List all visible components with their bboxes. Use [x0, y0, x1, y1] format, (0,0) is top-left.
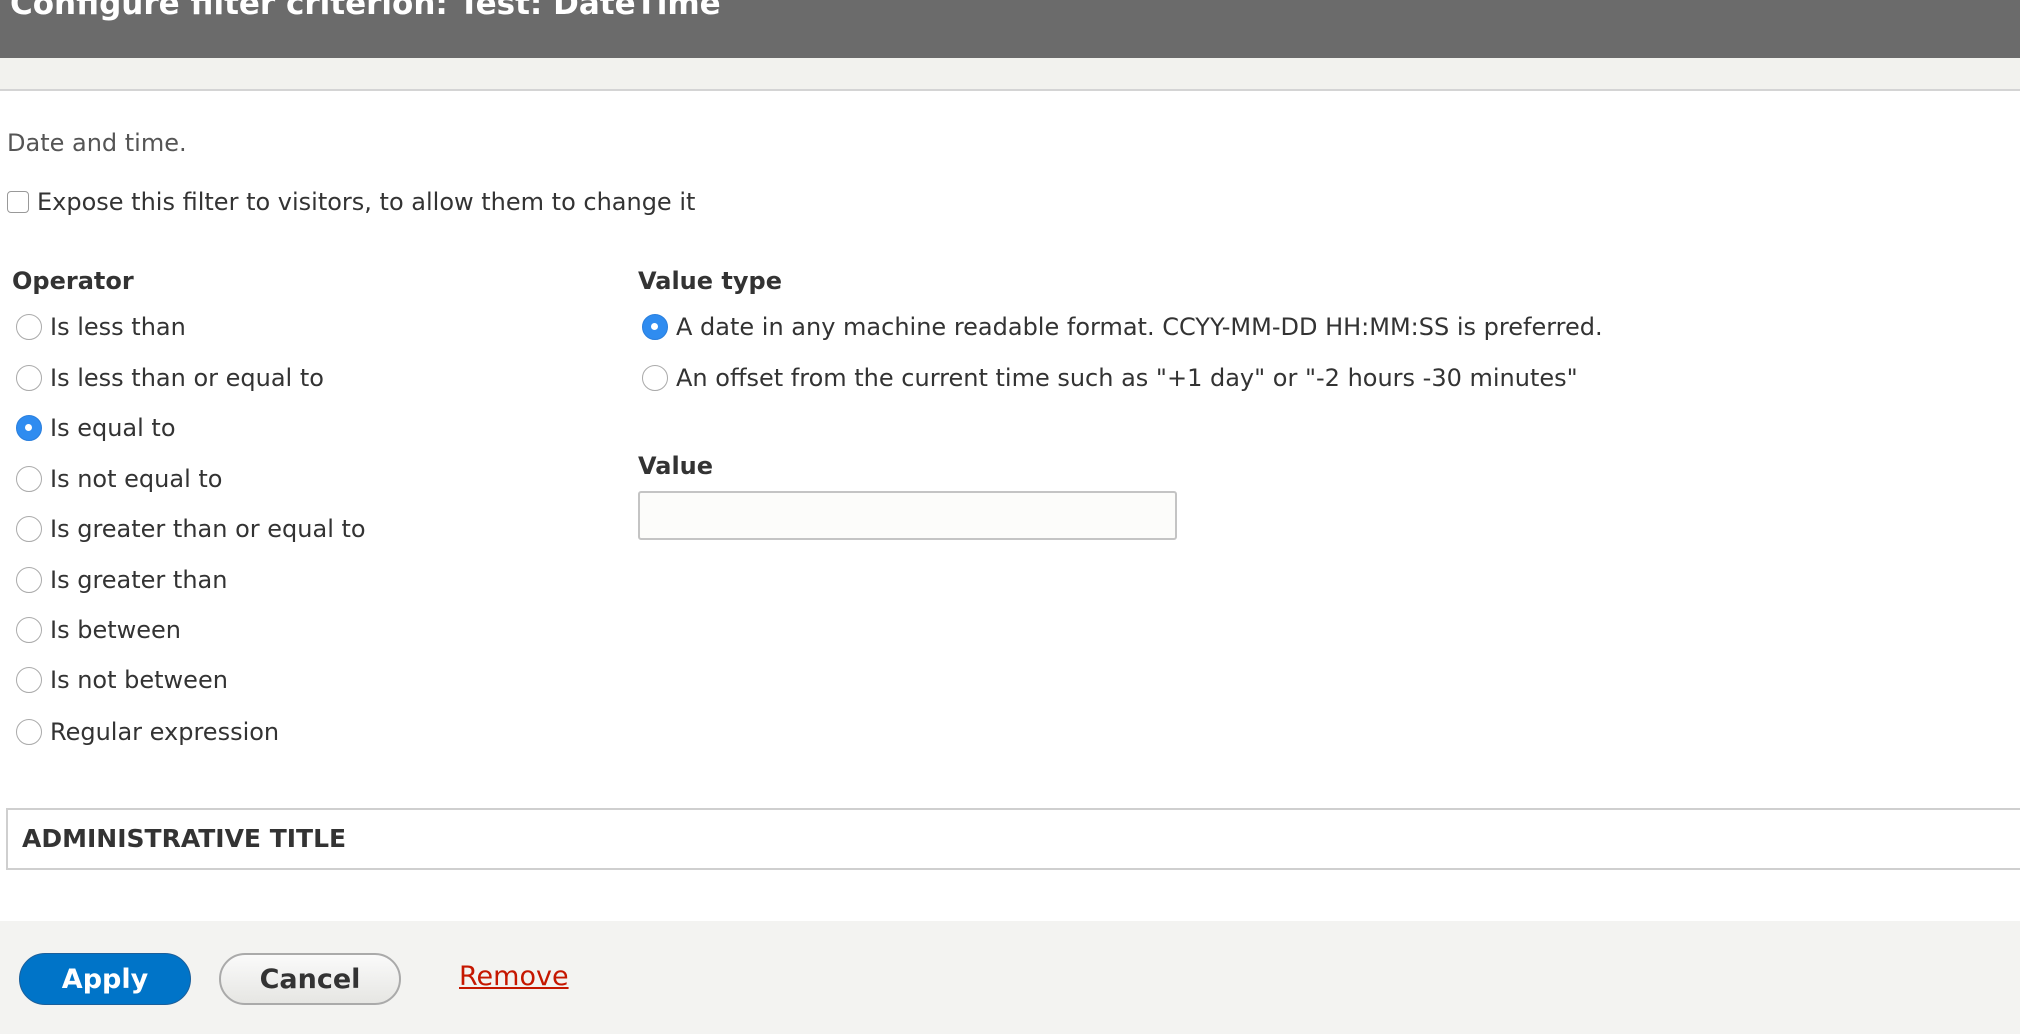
radio-button[interactable] [16, 516, 42, 542]
radio-label: Is greater than [50, 566, 228, 594]
expose-checkbox[interactable] [7, 191, 29, 213]
cancel-button[interactable]: Cancel [219, 953, 401, 1005]
radio-label: Is less than [50, 313, 186, 341]
radio-label: An offset from the current time such as … [676, 364, 1578, 392]
operator-option[interactable]: Is greater than [16, 566, 227, 594]
operator-option[interactable]: Is between [16, 616, 181, 644]
operator-option[interactable]: Is not equal to [16, 465, 222, 493]
radio-label: Is equal to [50, 414, 176, 442]
administrative-title-section[interactable]: ADMINISTRATIVE TITLE [6, 808, 2020, 870]
radio-button[interactable] [16, 415, 42, 441]
radio-button[interactable] [16, 314, 42, 340]
operator-option[interactable]: Is not between [16, 666, 228, 694]
radio-button[interactable] [16, 719, 42, 745]
value-input[interactable] [638, 491, 1177, 540]
radio-label: A date in any machine readable format. C… [676, 313, 1603, 341]
radio-button[interactable] [16, 567, 42, 593]
dialog-footer: Apply Cancel Remove [0, 921, 2020, 1034]
value-type-option-offset[interactable]: An offset from the current time such as … [642, 364, 1578, 392]
radio-label: Is not between [50, 666, 228, 694]
operator-heading: Operator [12, 267, 134, 295]
operator-option[interactable]: Is greater than or equal to [16, 515, 366, 543]
expose-label: Expose this filter to visitors, to allow… [37, 188, 696, 216]
radio-label: Is between [50, 616, 181, 644]
operator-option[interactable]: Is less than [16, 313, 186, 341]
radio-button[interactable] [16, 466, 42, 492]
radio-button[interactable] [16, 365, 42, 391]
radio-label: Is less than or equal to [50, 364, 324, 392]
dialog-titlebar: Configure filter criterion: Test: DateTi… [0, 0, 2020, 58]
radio-button[interactable] [642, 314, 668, 340]
radio-button[interactable] [16, 617, 42, 643]
apply-button[interactable]: Apply [19, 953, 191, 1005]
radio-button[interactable] [16, 667, 42, 693]
value-type-option-date[interactable]: A date in any machine readable format. C… [642, 313, 1603, 341]
radio-button[interactable] [642, 365, 668, 391]
remove-link[interactable]: Remove [459, 961, 569, 992]
operator-option[interactable]: Is equal to [16, 414, 176, 442]
expose-filter-option[interactable]: Expose this filter to visitors, to allow… [7, 188, 695, 216]
operator-option[interactable]: Is less than or equal to [16, 364, 324, 392]
value-type-heading: Value type [638, 267, 782, 295]
value-label: Value [638, 452, 714, 480]
radio-label: Regular expression [50, 718, 280, 746]
administrative-title-heading[interactable]: ADMINISTRATIVE TITLE [22, 824, 346, 853]
dialog-title: Configure filter criterion: Test: DateTi… [10, 0, 721, 22]
radio-label: Is greater than or equal to [50, 515, 366, 543]
filter-description: Date and time. [7, 129, 187, 157]
radio-label: Is not equal to [50, 465, 223, 493]
dialog-subheader [0, 58, 2020, 91]
operator-option[interactable]: Regular expression [16, 718, 279, 746]
